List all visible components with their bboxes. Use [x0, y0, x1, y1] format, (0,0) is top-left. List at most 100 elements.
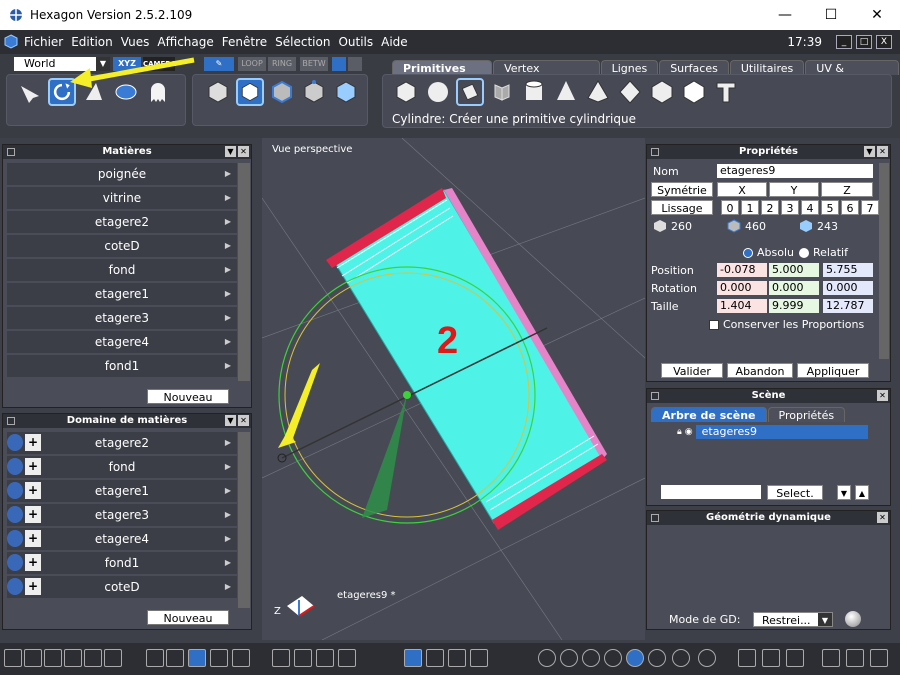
- material-item[interactable]: etagere1 ▶: [7, 283, 237, 305]
- domain-item[interactable]: + fond1 ▶: [7, 552, 237, 574]
- render-wire2-icon[interactable]: [560, 649, 578, 667]
- add-icon[interactable]: +: [25, 434, 41, 451]
- smoothing-level-4[interactable]: 4: [801, 200, 819, 215]
- tab-uv-peinture[interactable]: UV & Peinture: [805, 60, 899, 90]
- select-input[interactable]: [661, 485, 761, 499]
- material-item[interactable]: etagere2 ▶: [7, 211, 237, 233]
- tab-scene-properties[interactable]: Propriétés: [767, 407, 846, 422]
- add-icon[interactable]: +: [25, 482, 41, 499]
- pyramid-primitive-icon[interactable]: [584, 78, 612, 106]
- material-item[interactable]: etagere4 ▶: [7, 331, 237, 353]
- pan-icon[interactable]: [294, 649, 312, 667]
- keep-proportions-checkbox[interactable]: Conserver les Proportions: [709, 318, 864, 331]
- menu-outils[interactable]: Outils: [338, 35, 373, 49]
- menu-vues[interactable]: Vues: [121, 35, 150, 49]
- scene-tree-row[interactable]: 🔒︎ ◉ etageres9: [677, 425, 868, 439]
- snap-icon[interactable]: [166, 649, 184, 667]
- domain-item[interactable]: + etagere2 ▶: [7, 432, 237, 454]
- rotation-y-field[interactable]: 0.000: [769, 281, 819, 295]
- domain-item[interactable]: + coteD ▶: [7, 576, 237, 598]
- smoothing-button[interactable]: Lissage: [651, 200, 713, 215]
- grid-options-icon[interactable]: [232, 649, 250, 667]
- rotation-z-field[interactable]: 0.000: [823, 281, 873, 295]
- render-flat-icon[interactable]: [582, 649, 600, 667]
- panel-dock-icon[interactable]: [7, 417, 15, 425]
- material-item[interactable]: fond ▶: [7, 259, 237, 281]
- size-x-field[interactable]: 1.404: [717, 299, 767, 313]
- layout-double-icon[interactable]: [104, 649, 122, 667]
- zoom-icon[interactable]: [316, 649, 334, 667]
- render-light-icon[interactable]: [698, 649, 716, 667]
- brush-toggle[interactable]: ✎: [204, 57, 234, 71]
- sphere-primitive-icon[interactable]: [424, 78, 452, 106]
- edge-mode-icon[interactable]: [268, 78, 296, 106]
- render-smooth-icon[interactable]: [604, 649, 622, 667]
- auto-mode-icon[interactable]: [332, 78, 360, 106]
- object-mode-icon[interactable]: [204, 78, 232, 106]
- loop-button[interactable]: LOOP: [238, 57, 266, 71]
- panel-collapse-icon[interactable]: ▼: [225, 146, 236, 157]
- panel-dock-icon[interactable]: [651, 514, 659, 522]
- close-button[interactable]: ✕: [854, 0, 900, 30]
- add-icon[interactable]: +: [25, 458, 41, 475]
- render-wire-icon[interactable]: [538, 649, 556, 667]
- material-sphere-icon[interactable]: [738, 649, 756, 667]
- panel-close-icon[interactable]: ✕: [238, 415, 249, 426]
- domain-item[interactable]: + etagere3 ▶: [7, 504, 237, 526]
- object-stack-icon[interactable]: [870, 649, 888, 667]
- pointer-tool-icon[interactable]: [16, 78, 44, 106]
- materials-scrollbar[interactable]: [238, 163, 250, 381]
- add-icon[interactable]: +: [25, 554, 41, 571]
- render-textured-icon[interactable]: [648, 649, 666, 667]
- menu-selection[interactable]: Sélection: [275, 35, 330, 49]
- tab-primitives-3d[interactable]: Primitives 3D: [392, 60, 493, 90]
- layout-quad-icon[interactable]: [24, 649, 42, 667]
- panel-collapse-icon[interactable]: ▼: [864, 146, 875, 157]
- grid-red-icon[interactable]: [210, 649, 228, 667]
- domain-scrollbar[interactable]: [238, 432, 250, 608]
- lasso-button[interactable]: [348, 57, 362, 71]
- text-primitive-icon[interactable]: [712, 78, 740, 106]
- cylinder-primitive-icon[interactable]: [520, 78, 548, 106]
- cone-primitive-icon[interactable]: [552, 78, 580, 106]
- add-icon[interactable]: +: [25, 506, 41, 523]
- position-y-field[interactable]: 5.000: [769, 263, 819, 277]
- panel-dock-icon[interactable]: [7, 148, 15, 156]
- frame-icon[interactable]: [272, 649, 290, 667]
- smoothing-level-5[interactable]: 5: [821, 200, 839, 215]
- material-item[interactable]: vitrine ▶: [7, 187, 237, 209]
- layout-triple-icon[interactable]: [84, 649, 102, 667]
- layout-single-icon[interactable]: [4, 649, 22, 667]
- tab-surfaces[interactable]: Surfaces: [659, 60, 729, 75]
- abandon-button[interactable]: Abandon: [727, 363, 793, 378]
- panel-close-icon[interactable]: ✕: [877, 390, 888, 401]
- absolute-radio[interactable]: Absolu: [743, 246, 794, 259]
- layout-split-h-icon[interactable]: [44, 649, 62, 667]
- symmetry-z-button[interactable]: Z: [821, 182, 873, 197]
- size-y-field[interactable]: 9.999: [769, 299, 819, 313]
- add-icon[interactable]: +: [25, 578, 41, 595]
- symmetry-button[interactable]: Symétrie: [651, 182, 713, 197]
- smoothing-level-3[interactable]: 3: [781, 200, 799, 215]
- smoothing-level-2[interactable]: 2: [761, 200, 779, 215]
- cube-primitive-icon[interactable]: [392, 78, 420, 106]
- tab-utilitaires[interactable]: Utilitaires: [729, 60, 805, 75]
- panel-collapse-icon[interactable]: ▼: [225, 415, 236, 426]
- render-shaded-icon[interactable]: [626, 649, 644, 667]
- icosahedron-primitive-icon[interactable]: [680, 78, 708, 106]
- domain-item[interactable]: + etagere4 ▶: [7, 528, 237, 550]
- name-field[interactable]: etageres9: [717, 164, 873, 178]
- panel-dock-icon[interactable]: [651, 392, 659, 400]
- menu-affichage[interactable]: Affichage: [157, 35, 213, 49]
- betw-button[interactable]: BETW: [300, 57, 328, 71]
- relative-radio[interactable]: Relatif: [799, 246, 848, 259]
- panel-close-icon[interactable]: ✕: [877, 146, 888, 157]
- grow-button[interactable]: [332, 57, 346, 71]
- properties-scrollbar[interactable]: [879, 163, 889, 359]
- materials-new-button[interactable]: Nouveau: [147, 389, 229, 404]
- octahedron-primitive-icon[interactable]: [616, 78, 644, 106]
- scene-canvas[interactable]: 2 etageres9 * Z: [262, 138, 645, 640]
- viewport-perspective[interactable]: Vue perspective 2 etageres9 * Z: [262, 138, 645, 640]
- scene-item-label[interactable]: etageres9: [695, 425, 868, 439]
- render-ao-icon[interactable]: [672, 649, 690, 667]
